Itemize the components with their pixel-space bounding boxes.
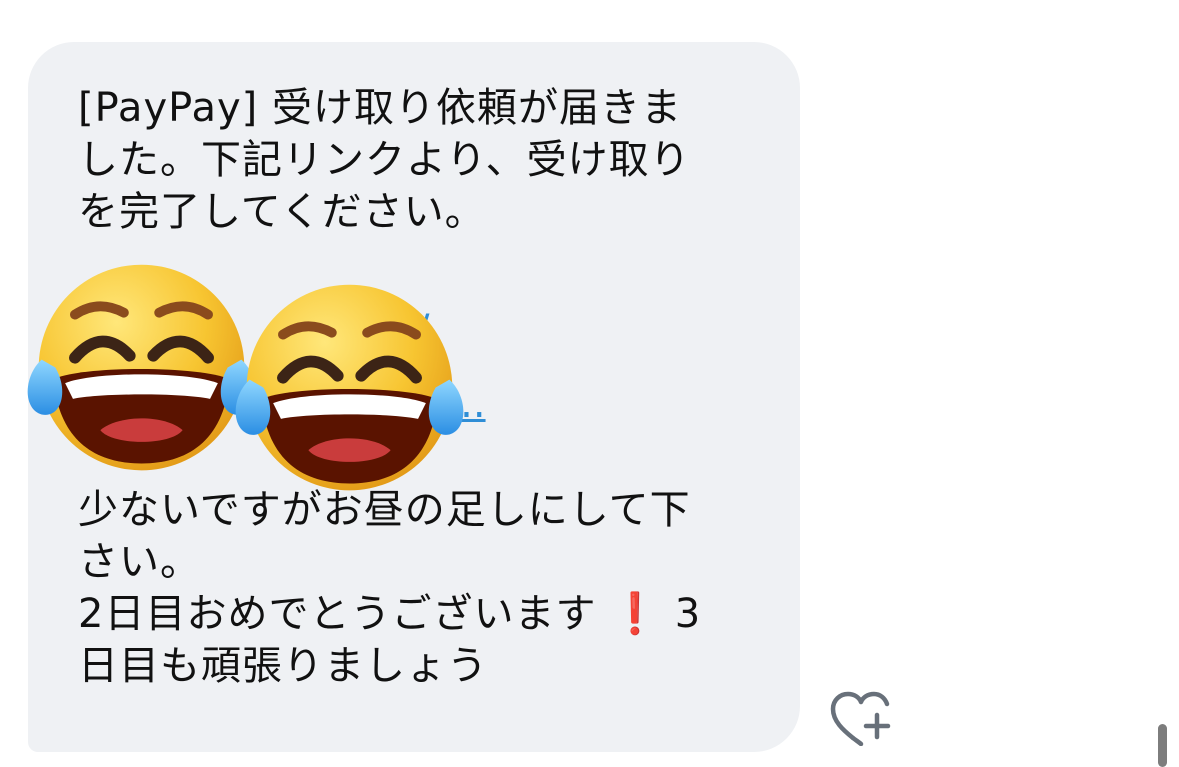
face-with-tears-of-joy-icon [27,264,256,471]
message-text-bottom: 少ないですがお昼の足しにして下 さい。 2日目おめでとうございます ❗ 3 日目… [78,484,701,692]
message-line-6-prefix: 2日目おめでとうございます [78,591,597,637]
message-line-1: [PayPay] 受け取り依頼が届きま [78,85,682,131]
message-line-5: さい。 [78,539,201,585]
face-with-tears-of-joy-icon [235,284,464,491]
message-line-2: した。下記リンクより、受け取り [78,137,691,183]
heart-plus-icon[interactable] [828,688,894,746]
message-line-4: 少ないですがお昼の足しにして下 [78,487,691,533]
exclamation-icon: ❗ [610,591,661,637]
scrollbar[interactable] [1158,724,1167,767]
message-line-7: 日目も頑張りましょう [78,643,488,689]
message-line-6: 2日目おめでとうございます ❗ 3 [78,588,701,640]
message-text-top: [PayPay] 受け取り依頼が届きま した。下記リンクより、受け取り を完了し… [78,82,691,238]
message-line-6-suffix: 3 [674,591,702,637]
message-line-3: を完了してください。 [78,189,486,235]
